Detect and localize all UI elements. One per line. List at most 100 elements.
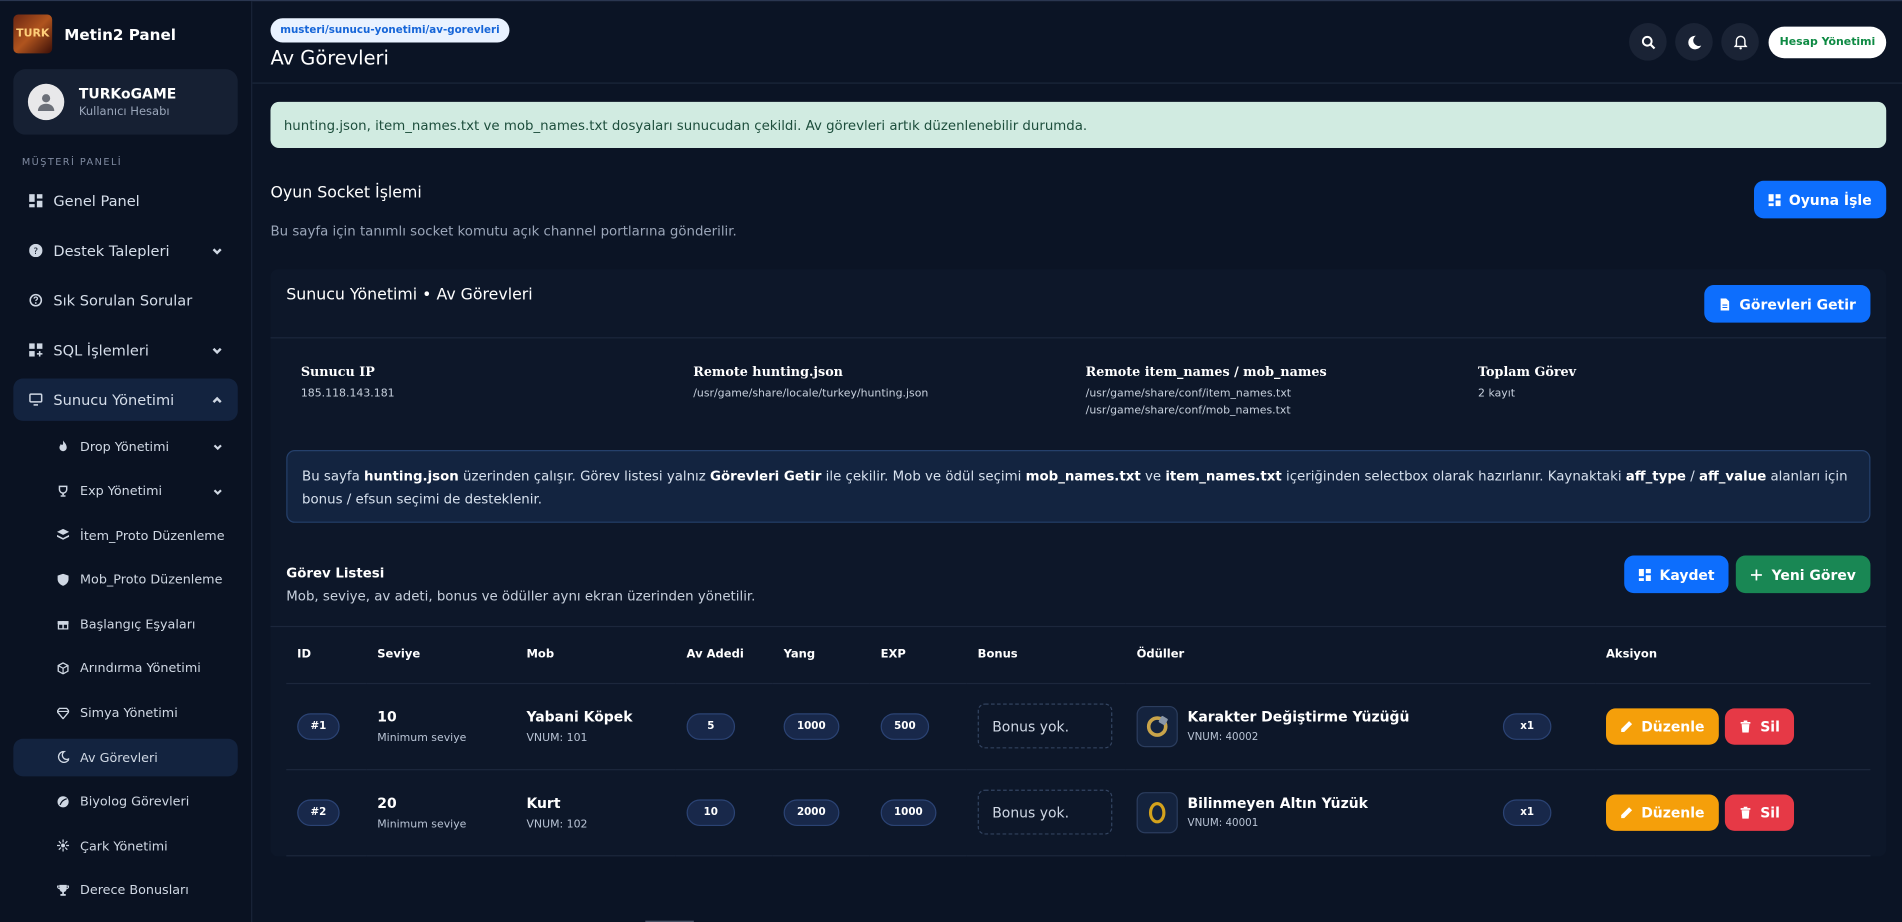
sidebar-item-server[interactable]: Sunucu Yönetimi: [13, 378, 238, 421]
column-header: EXP: [869, 627, 967, 684]
notifications-button[interactable]: [1721, 23, 1759, 61]
note-bold: aff_type: [1625, 468, 1686, 484]
fetch-quests-label: Görevleri Getir: [1739, 295, 1856, 313]
sidebar-section-label: MÜŞTERİ PANELİ: [21, 156, 123, 168]
user-card[interactable]: TURKoGAME Kullanıcı Hesabı: [13, 69, 238, 135]
sidebar-item-support[interactable]: ? Destek Talepleri: [13, 229, 237, 271]
ring-icon: [1136, 705, 1178, 747]
note-bold: mob_names.txt: [1025, 468, 1141, 484]
reward-item: Karakter Değiştirme Yüzüğü VNUM: 40002 x…: [1136, 705, 1596, 747]
sidebar-subitem-label: Başlangıç Eşyaları: [80, 617, 196, 632]
brand-name: Metin2 Panel: [64, 24, 176, 44]
column-header: Bonus: [966, 627, 1126, 684]
save-button[interactable]: Kaydet: [1624, 555, 1730, 594]
theme-toggle-button[interactable]: [1675, 23, 1713, 61]
info-value: /usr/game/share/locale/turkey/hunting.js…: [693, 388, 929, 401]
delete-label: Sil: [1760, 803, 1780, 821]
note-bold: hunting.json: [364, 468, 459, 484]
brand[interactable]: TURK Metin2 Panel: [13, 13, 237, 54]
info-value: 185.118.143.181: [300, 388, 395, 401]
sidebar-subitem-label: Exp Yönetimi: [80, 484, 163, 499]
delete-label: Sil: [1760, 717, 1780, 735]
delete-button[interactable]: Sil: [1725, 793, 1795, 831]
sidebar-subitem-mob-proto[interactable]: Mob_Proto Düzenleme: [13, 561, 237, 599]
info-note: Bu sayfa hunting.json üzerinden çalışır.…: [286, 450, 1871, 523]
delete-button[interactable]: Sil: [1725, 707, 1795, 745]
send-to-game-button[interactable]: Oyuna İşle: [1753, 180, 1887, 219]
info-label: Remote item_names / mob_names: [1085, 365, 1327, 380]
sidebar-subitem-rank-bonus[interactable]: Derece Bonusları: [13, 872, 237, 910]
note-text: içeriğinden selectbox olarak hazırlanır.…: [1281, 468, 1626, 484]
sidebar-subitem-alchemy[interactable]: Simya Yönetimi: [13, 695, 237, 733]
sidebar-subitem-biologist[interactable]: Biyolog Görevleri: [13, 783, 237, 821]
sidebar-subitem-drop[interactable]: Drop Yönetimi: [13, 428, 237, 466]
sidebar-item-sql[interactable]: SQL İşlemleri: [13, 329, 237, 371]
search-button[interactable]: [1629, 23, 1667, 61]
note-text: Bu sayfa: [302, 468, 365, 484]
shield-icon: [57, 573, 70, 586]
sidebar-subitem-label: Av Görevleri: [80, 750, 158, 765]
sparkle-icon: [57, 839, 70, 853]
info-label: Remote hunting.json: [693, 365, 843, 380]
new-quest-label: Yeni Görev: [1771, 565, 1856, 583]
panel-title: Sunucu Yönetimi • Av Görevleri: [286, 286, 533, 305]
topbar: musteri/sunucu-yonetimi/av-gorevleri Av …: [252, 1, 1902, 84]
edit-button[interactable]: Düzenle: [1606, 707, 1720, 745]
column-header: Ödüller: [1125, 627, 1596, 684]
sidebar-subitem-label: Drop Yönetimi: [80, 439, 170, 455]
dashboard-icon: [28, 193, 43, 208]
level-value: 10: [377, 707, 397, 725]
sidebar-item-faq[interactable]: Sık Sorulan Sorular: [13, 279, 237, 321]
exp-badge: 1000: [880, 798, 937, 826]
breadcrumb[interactable]: musteri/sunucu-yonetimi/av-gorevleri: [270, 18, 510, 43]
level-caption: Minimum seviye: [377, 818, 467, 831]
pencil-icon: [1621, 806, 1633, 818]
sidebar-item-dashboard[interactable]: Genel Panel: [13, 180, 237, 222]
sidebar-subitem-label: Çark Yönetimi: [80, 839, 168, 854]
search-icon: [1641, 35, 1655, 49]
note-text: üzerinden çalışır. Görev listesi yalnız: [458, 468, 711, 484]
note-bold: item_names.txt: [1165, 468, 1282, 484]
new-quest-button[interactable]: Yeni Görev: [1736, 555, 1871, 594]
save-label: Kaydet: [1659, 565, 1715, 583]
user-icon: [37, 94, 55, 111]
sidebar: TURK Metin2 Panel TURKoGAME Kullanıcı He…: [0, 1, 253, 922]
layers-icon: [57, 529, 70, 542]
chevron-down-icon: [212, 442, 223, 453]
column-header: Seviye: [366, 627, 516, 684]
user-name: TURKoGAME: [78, 84, 177, 102]
info-value: /usr/game/share/conf/item_names.txt: [1085, 388, 1292, 401]
moon-stars-icon: [57, 751, 70, 764]
dashboard-icon: [1638, 568, 1652, 581]
fetch-quests-button[interactable]: Görevleri Getir: [1704, 285, 1871, 323]
account-management-button[interactable]: Hesap Yönetimi: [1768, 26, 1887, 58]
trophy-icon: [57, 884, 70, 897]
chevron-down-icon: [211, 244, 223, 256]
note-text: ile çekilir. Mob ve ödül seçimi: [821, 468, 1026, 484]
mob-name: Yabani Köpek: [526, 707, 633, 725]
sidebar-subitem-hunting-quests[interactable]: Av Görevleri: [13, 738, 238, 777]
socket-title: Oyun Socket İşlemi: [270, 184, 422, 203]
chevron-down-icon: [211, 343, 223, 355]
edit-label: Düzenle: [1641, 803, 1705, 821]
column-header: Mob: [515, 627, 676, 684]
cube-icon: [57, 662, 70, 675]
reward-name: Karakter Değiştirme Yüzüğü: [1187, 708, 1410, 726]
edit-label: Düzenle: [1641, 717, 1705, 735]
sidebar-subitem-wheel[interactable]: Çark Yönetimi: [13, 828, 237, 866]
sidebar-item-label: Destek Talepleri: [53, 241, 170, 259]
column-header: Aksiyon: [1595, 627, 1871, 684]
pencil-icon: [1621, 720, 1633, 732]
sidebar-item-label: Genel Panel: [53, 192, 140, 210]
gold-ring-icon: [1136, 791, 1178, 833]
sidebar-subitem-refine[interactable]: Arındırma Yönetimi: [13, 650, 237, 688]
sidebar-subitem-exp[interactable]: Exp Yönetimi: [13, 473, 237, 511]
column-header: Yang: [772, 627, 870, 684]
sidebar-subitem-label: Biyolog Görevleri: [80, 794, 190, 810]
sidebar-subitem-starter-items[interactable]: Başlangıç Eşyaları: [13, 606, 237, 644]
chevron-up-icon: [211, 393, 223, 405]
sidebar-subitem-label: İtem_Proto Düzenleme: [80, 528, 225, 544]
sidebar-subitem-item-proto[interactable]: İtem_Proto Düzenleme: [13, 517, 237, 555]
edit-button[interactable]: Düzenle: [1606, 793, 1720, 831]
level-caption: Minimum seviye: [377, 732, 467, 745]
